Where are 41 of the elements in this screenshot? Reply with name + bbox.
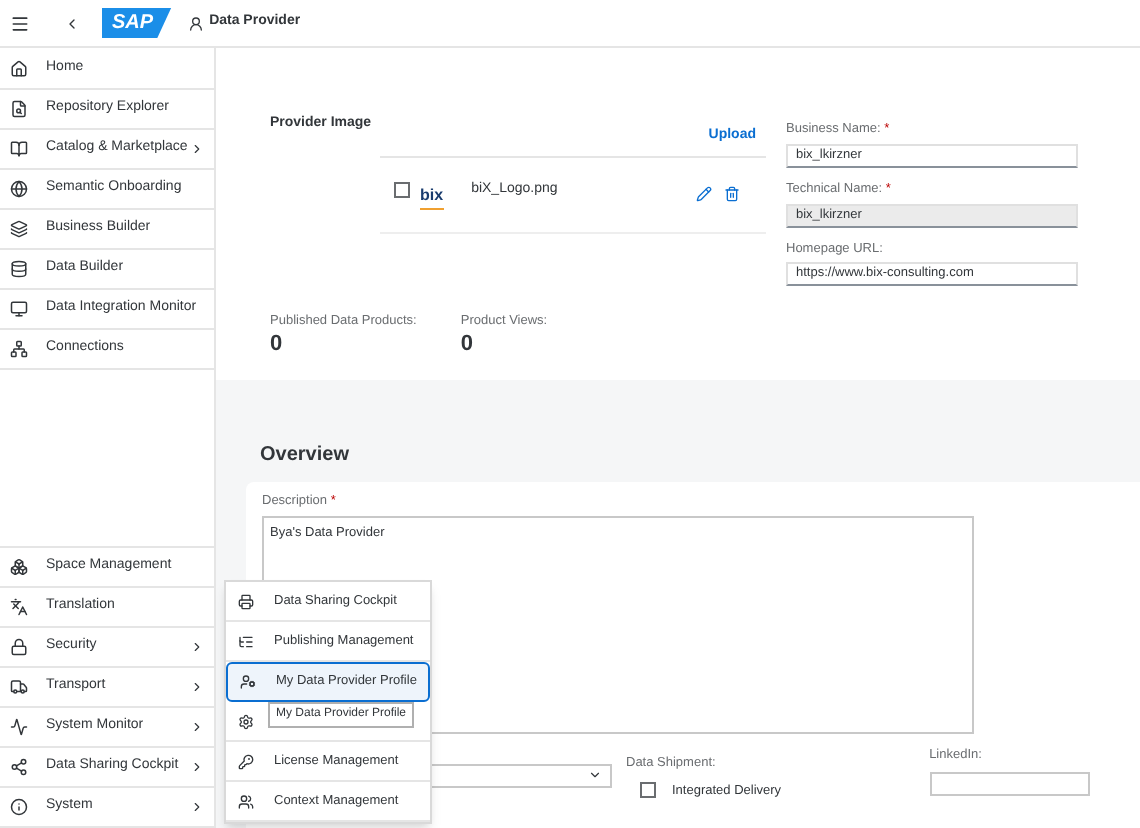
- back-icon[interactable]: [64, 15, 80, 31]
- user-icon: [187, 15, 204, 31]
- chevron-icon: [190, 640, 204, 654]
- menu-icon: [238, 633, 254, 649]
- chevron-icon: [588, 768, 602, 783]
- nav-icon: [10, 638, 28, 656]
- chevron-icon: [190, 142, 204, 156]
- input-field[interactable]: [929, 771, 1090, 795]
- nav-icon: [10, 758, 28, 776]
- section-title: Overview: [260, 444, 349, 466]
- nav-icon: [10, 180, 28, 198]
- checkbox[interactable]: [394, 181, 410, 197]
- edit-icon[interactable]: [696, 185, 712, 201]
- nav-icon: [10, 100, 28, 118]
- nav-icon: [10, 260, 28, 278]
- nav-icon: [10, 558, 28, 576]
- menu-icon: [238, 593, 254, 609]
- chevron-icon: [190, 680, 204, 694]
- checkbox[interactable]: [640, 782, 656, 799]
- chevron-icon: [190, 800, 204, 814]
- stat-value: 0: [270, 332, 285, 359]
- menu-icon: [238, 793, 254, 809]
- nav-icon: [10, 798, 28, 816]
- delete-icon[interactable]: [724, 185, 740, 201]
- nav-icon: [10, 300, 28, 318]
- menu-icon[interactable]: [10, 13, 30, 33]
- nav-icon: [10, 60, 28, 78]
- logo-thumbnail: bix: [420, 183, 444, 209]
- nav-icon: [10, 140, 28, 158]
- chevron-icon: [190, 760, 204, 774]
- menu-icon: [238, 753, 254, 769]
- chevron-icon: [190, 720, 204, 734]
- nav-icon: [10, 718, 28, 736]
- stat-value: 0: [460, 332, 475, 359]
- nav-icon: [10, 220, 28, 238]
- nav-icon: [10, 678, 28, 696]
- menu-icon: [238, 713, 254, 729]
- nav-icon: [10, 598, 28, 616]
- nav-icon: [10, 340, 28, 358]
- menu-icon: [240, 674, 256, 690]
- logo: SAP: [102, 8, 172, 38]
